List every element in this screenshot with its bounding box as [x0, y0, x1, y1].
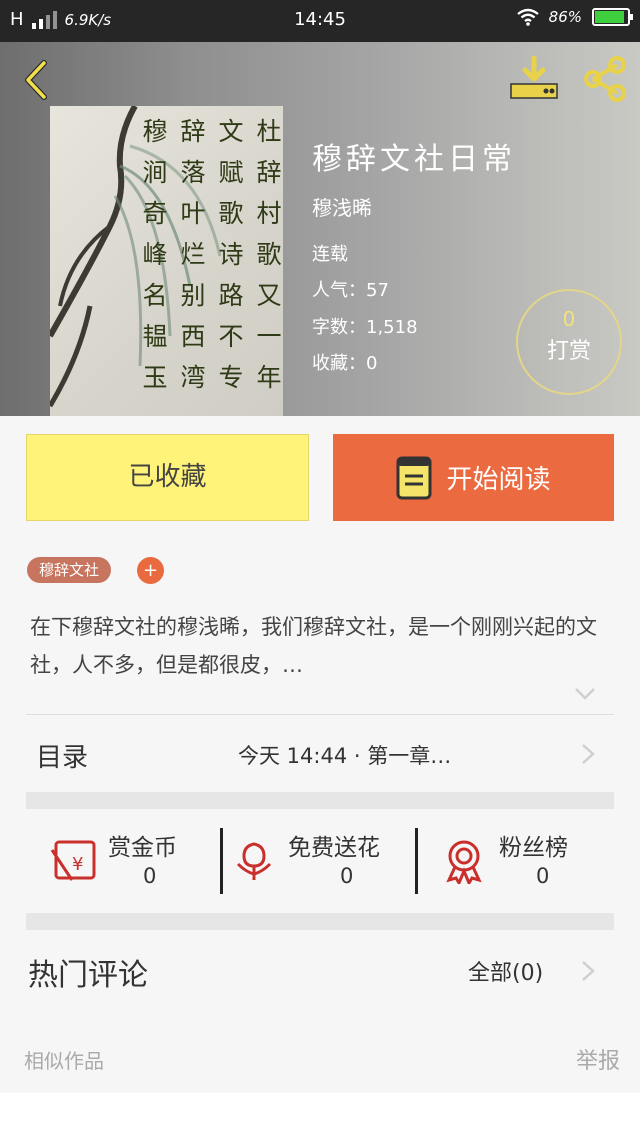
download-icon[interactable] [508, 56, 560, 102]
book-header: 穆辞文杜 涧落赋辞 奇叶歌村 峰烂诗歌 名别路又 韫西不一 玉湾专年 穆辞文社日… [0, 42, 640, 416]
free-flower-value: 0 [340, 864, 354, 888]
book-tag[interactable]: 穆辞文社 [27, 557, 112, 583]
tip-label: 打赏 [546, 339, 591, 364]
start-reading-label: 开始阅读 [446, 465, 551, 495]
flower-icon [236, 842, 272, 880]
free-flower-label: 免费送花 [288, 835, 380, 861]
fans-ranking-value: 0 [536, 864, 550, 888]
toc-latest-chapter[interactable]: 今天 14:44 · 第一章… [238, 740, 451, 770]
chevron-down-icon[interactable] [574, 686, 596, 702]
book-title: 穆辞文社日常 [312, 142, 516, 177]
section-separator [26, 792, 614, 809]
book-favorites: 收藏：0 [312, 353, 378, 374]
book-intro[interactable]: 在下穆辞文社的穆浅晞，我们穆辞文社，是一个刚刚兴起的文社，人不多，但是都很皮，… [30, 608, 610, 684]
coins-value: 0 [143, 864, 157, 888]
divider [415, 828, 418, 894]
all-comments-link[interactable]: 全部(0) [468, 955, 543, 987]
fans-ranking-button[interactable]: 粉丝榜 0 [443, 826, 603, 896]
book-popularity: 人气：57 [312, 280, 389, 301]
divider [26, 714, 614, 715]
share-icon[interactable] [580, 56, 630, 102]
start-reading-button[interactable]: 开始阅读 [333, 434, 614, 521]
cover-poem: 穆辞文杜 涧落赋辞 奇叶歌村 峰烂诗歌 名别路又 韫西不一 玉湾专年 [142, 117, 282, 392]
similar-works-label: 相似作品 [24, 1049, 104, 1073]
svg-text:¥: ¥ [72, 854, 83, 875]
battery-icon [592, 8, 633, 26]
book-status: 连载 [312, 244, 348, 265]
red-envelope-icon: ¥ [50, 840, 96, 881]
free-flower-button[interactable]: 免费送花 0 [234, 826, 414, 896]
status-bar: H 6.9K/s 14:45 86% [0, 0, 640, 42]
chevron-right-icon[interactable] [581, 743, 595, 765]
coins-button[interactable]: ¥ 赏金币 0 [48, 826, 218, 896]
chevron-right-icon[interactable] [581, 960, 595, 982]
battery-percent: 86% [548, 8, 582, 26]
section-separator [26, 913, 614, 930]
book-word-count: 字数：1,518 [312, 317, 418, 338]
similar-works-list [0, 1093, 640, 1138]
tip-count: 0 [562, 307, 576, 331]
add-tag-button[interactable]: + [137, 557, 164, 584]
coins-label: 赏金币 [108, 835, 177, 861]
fans-ranking-label: 粉丝榜 [499, 835, 568, 861]
back-arrow-icon[interactable] [18, 60, 58, 100]
book-cover[interactable]: 穆辞文杜 涧落赋辞 奇叶歌村 峰烂诗歌 名别路又 韫西不一 玉湾专年 [50, 106, 283, 416]
tip-button[interactable]: 0 打赏 [516, 289, 622, 395]
toc-label[interactable]: 目录 [36, 737, 88, 774]
favorited-button[interactable]: 已收藏 [26, 434, 309, 521]
report-link[interactable]: 举报 [576, 1043, 620, 1075]
divider [220, 828, 223, 894]
book-icon [396, 456, 432, 499]
hot-comments-title: 热门评论 [28, 958, 148, 993]
award-ribbon-icon [446, 840, 482, 884]
book-author[interactable]: 穆浅晞 [312, 192, 372, 221]
wifi-icon [516, 8, 539, 26]
